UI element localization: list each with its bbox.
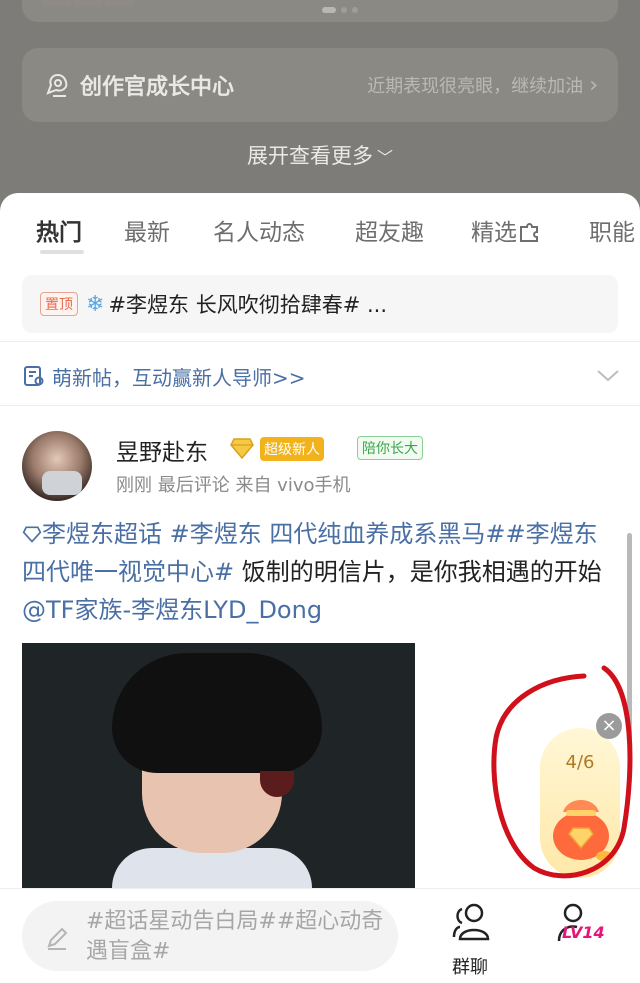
pinned-badge: 置顶 [40, 292, 78, 316]
expand-more-label: 展开查看更多 [246, 144, 373, 168]
scrollbar[interactable] [627, 533, 632, 743]
post-text: 饭制的明信片，是你我相遇的开始 [234, 558, 602, 586]
tab-featured-label: 精选 [471, 220, 517, 246]
super-newbie-badge: 超级新人 [260, 437, 324, 461]
post-header: 昱野赴东 超级新人 陪你长大 刚刚 最后评论 来自 vivo手机 [22, 431, 618, 503]
post-body[interactable]: 李煜东超话 #李煜东 四代纯血养成系黑马##李煜东 四代唯一视觉中心# 饭制的明… [22, 515, 612, 629]
level-button[interactable]: LV14 [540, 899, 610, 979]
tab-functions[interactable]: 职能 [589, 213, 635, 247]
post-image[interactable] [22, 643, 415, 893]
level-badge: LV14 [562, 923, 605, 942]
newbie-banner-text: 萌新帖，互动赢新人导师>> [52, 365, 306, 390]
mention-link[interactable]: @TF家族-李煜东LYD_Dong [22, 596, 322, 624]
note-icon [24, 366, 44, 386]
supertopic-icon [22, 526, 42, 543]
bottom-bar: #超话星动告白局##超心动奇遇盲盒# 群聊 LV14 [0, 888, 640, 983]
pinned-post[interactable]: 置顶 ❄ #李煜东 长风吹彻拾肆春# ... [22, 275, 618, 333]
divider [0, 405, 640, 406]
snowflake-icon: ❄ [86, 291, 105, 317]
post-username[interactable]: 昱野赴东 [116, 433, 208, 467]
chevron-right-icon: › [589, 72, 598, 98]
avatar[interactable] [22, 431, 92, 501]
expand-more-button[interactable]: 展开查看更多 ﹀ [0, 140, 640, 170]
supertopic-link[interactable]: 李煜东超话 [22, 520, 162, 548]
tab-bar: 热门 最新 名人动态 超友趣 精选 职能 [0, 213, 640, 263]
close-icon[interactable]: × [596, 713, 622, 739]
lucky-bag-icon [553, 800, 612, 861]
compose-input[interactable]: #超话星动告白局##超心动奇遇盲盒# [22, 901, 398, 971]
carousel-card[interactable] [22, 0, 618, 22]
chevron-down-icon[interactable] [596, 363, 620, 387]
group-chat-label: 群聊 [452, 957, 488, 978]
tab-featured[interactable]: 精选 [471, 213, 541, 247]
reward-progress: 4/6 [565, 752, 595, 773]
tab-hot[interactable]: 热门 [36, 213, 82, 247]
tab-fun[interactable]: 超友趣 [355, 213, 424, 247]
pencil-icon [47, 927, 68, 950]
tab-celebrity[interactable]: 名人动态 [213, 213, 305, 247]
creator-center-bar[interactable]: 创作官成长中心 近期表现很亮眼，继续加油 › [22, 48, 618, 122]
creator-center-subtitle: 近期表现很亮眼，继续加油 [367, 76, 584, 97]
compose-placeholder: #超话星动告白局##超心动奇遇盲盒# [86, 909, 384, 964]
puzzle-icon [520, 223, 538, 242]
pinned-text: #李煜东 长风吹彻拾肆春# ... [108, 293, 388, 317]
carousel-dots [322, 7, 358, 13]
supertopic-link-label: 李煜东超话 [42, 520, 162, 548]
top-overlay: 创作官成长中心 近期表现很亮眼，继续加油 › 展开查看更多 ﹀ [0, 0, 640, 215]
tab-active-indicator [40, 250, 84, 254]
reward-widget[interactable]: 4/6 [540, 728, 620, 878]
carousel-thumbnails [42, 0, 135, 6]
tab-latest[interactable]: 最新 [124, 213, 170, 247]
newbie-banner[interactable]: 萌新帖，互动赢新人导师>> [22, 358, 306, 394]
creator-icon [46, 73, 68, 97]
companion-badge: 陪你长大 [357, 436, 423, 460]
post-meta: 刚刚 最后评论 来自 vivo手机 [116, 475, 351, 496]
divider [0, 341, 640, 342]
creator-center-title: 创作官成长中心 [80, 75, 235, 100]
diamond-badge-icon [230, 438, 254, 459]
group-chat-button[interactable]: 群聊 [435, 899, 505, 979]
group-icon [452, 903, 490, 941]
chevron-down-icon: ﹀ [376, 148, 393, 167]
